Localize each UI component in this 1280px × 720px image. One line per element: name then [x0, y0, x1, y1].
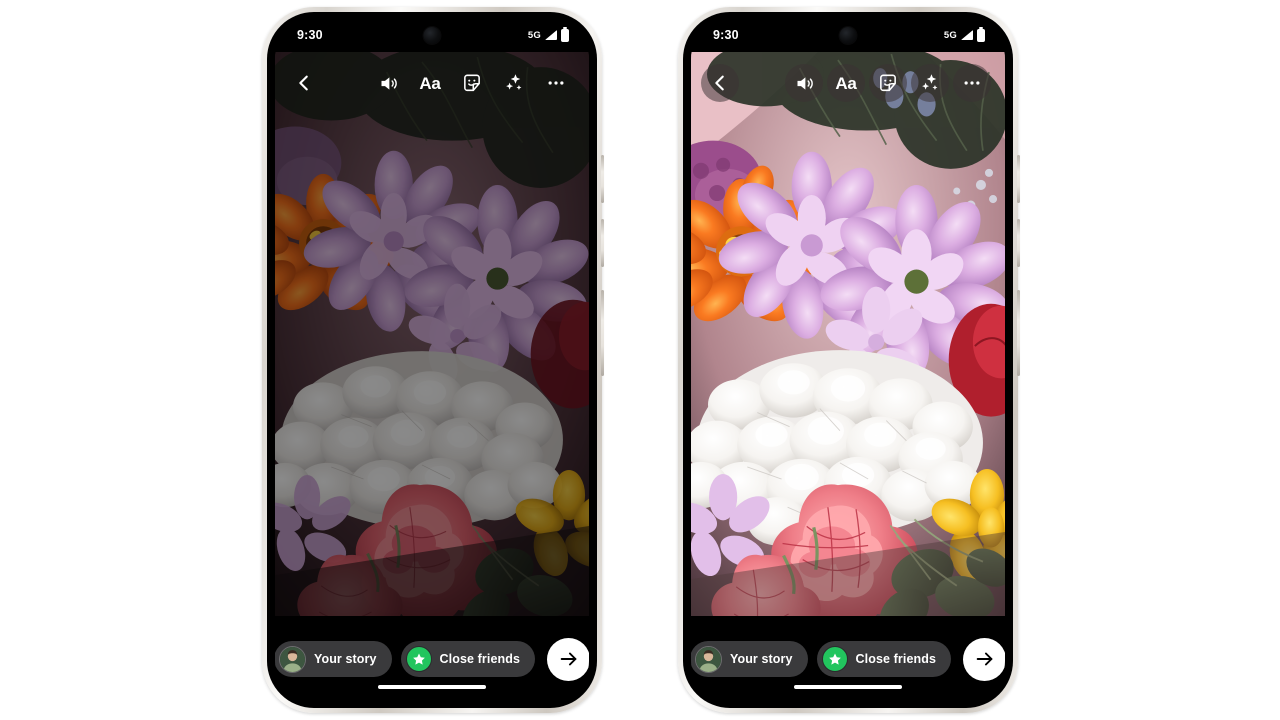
status-indicators: 5G: [943, 28, 985, 42]
status-bar: 9:30 5G: [275, 18, 589, 52]
volume-up-button[interactable]: [1017, 155, 1020, 203]
flower-photo: [275, 52, 589, 616]
text-aa-icon: Aa: [419, 73, 441, 93]
power-button[interactable]: [1017, 290, 1020, 376]
home-indicator[interactable]: [378, 685, 486, 689]
green-star-icon: [821, 646, 848, 672]
your-story-button[interactable]: Your story: [275, 641, 392, 677]
story-top-toolbar: Aa: [275, 52, 589, 114]
green-star-icon: [405, 646, 432, 672]
text-tool-button[interactable]: Aa: [411, 64, 449, 102]
your-story-label: Your story: [313, 652, 377, 666]
your-story-button[interactable]: Your story: [691, 641, 808, 677]
send-button[interactable]: [547, 637, 589, 681]
close-friends-button[interactable]: Close friends: [400, 641, 536, 677]
volume-up-button[interactable]: [601, 155, 604, 203]
close-friends-button[interactable]: Close friends: [816, 641, 952, 677]
right-phone: 9:30 5G Aa Your story Close friends: [678, 7, 1020, 713]
effects-tool-button[interactable]: [495, 64, 533, 102]
network-label: 5G: [527, 29, 541, 41]
send-button[interactable]: [963, 637, 1005, 681]
status-clock: 9:30: [297, 28, 323, 42]
story-top-toolbar: Aa: [691, 52, 1005, 114]
right-phone-screen: 9:30 5G Aa Your story Close friends: [691, 18, 1005, 702]
volume-down-button[interactable]: [1017, 219, 1020, 267]
power-button[interactable]: [601, 290, 604, 376]
text-tool-button[interactable]: Aa: [827, 64, 865, 102]
sticker-tool-button[interactable]: [869, 64, 907, 102]
volume-down-button[interactable]: [601, 219, 604, 267]
front-camera-punch-hole-icon: [839, 27, 857, 44]
close-friends-label: Close friends: [855, 652, 937, 666]
sound-toggle-button[interactable]: [785, 64, 823, 102]
your-story-label: Your story: [729, 652, 793, 666]
back-button[interactable]: [285, 64, 323, 102]
left-phone: 9:30 5G Aa Your story Close friends: [262, 7, 604, 713]
signal-bars-icon: [961, 30, 973, 40]
close-friends-label: Close friends: [439, 652, 521, 666]
text-aa-icon: Aa: [835, 73, 857, 93]
status-bar: 9:30 5G: [691, 18, 1005, 52]
back-button[interactable]: [701, 64, 739, 102]
signal-bars-icon: [545, 30, 557, 40]
story-media-area[interactable]: Aa: [691, 52, 1005, 616]
effects-tool-button[interactable]: [911, 64, 949, 102]
right-phone-bezel: 9:30 5G Aa Your story Close friends: [683, 12, 1013, 708]
home-indicator[interactable]: [794, 685, 902, 689]
status-indicators: 5G: [527, 28, 569, 42]
avatar: [694, 645, 722, 673]
more-options-button[interactable]: [953, 64, 991, 102]
status-clock: 9:30: [713, 28, 739, 42]
comparison-stage: 9:30 5G Aa Your story Close friends 9:30…: [0, 0, 1280, 720]
avatar: [278, 645, 306, 673]
flower-photo: [691, 52, 1005, 616]
battery-full-icon: [977, 28, 985, 42]
battery-full-icon: [561, 28, 569, 42]
front-camera-punch-hole-icon: [423, 27, 441, 44]
story-media-area[interactable]: Aa: [275, 52, 589, 616]
sound-toggle-button[interactable]: [369, 64, 407, 102]
more-options-button[interactable]: [537, 64, 575, 102]
left-phone-bezel: 9:30 5G Aa Your story Close friends: [267, 12, 597, 708]
network-label: 5G: [943, 29, 957, 41]
sticker-tool-button[interactable]: [453, 64, 491, 102]
story-bottom-bar: Your story Close friends: [275, 616, 589, 702]
left-phone-screen: 9:30 5G Aa Your story Close friends: [275, 18, 589, 702]
story-bottom-bar: Your story Close friends: [691, 616, 1005, 702]
